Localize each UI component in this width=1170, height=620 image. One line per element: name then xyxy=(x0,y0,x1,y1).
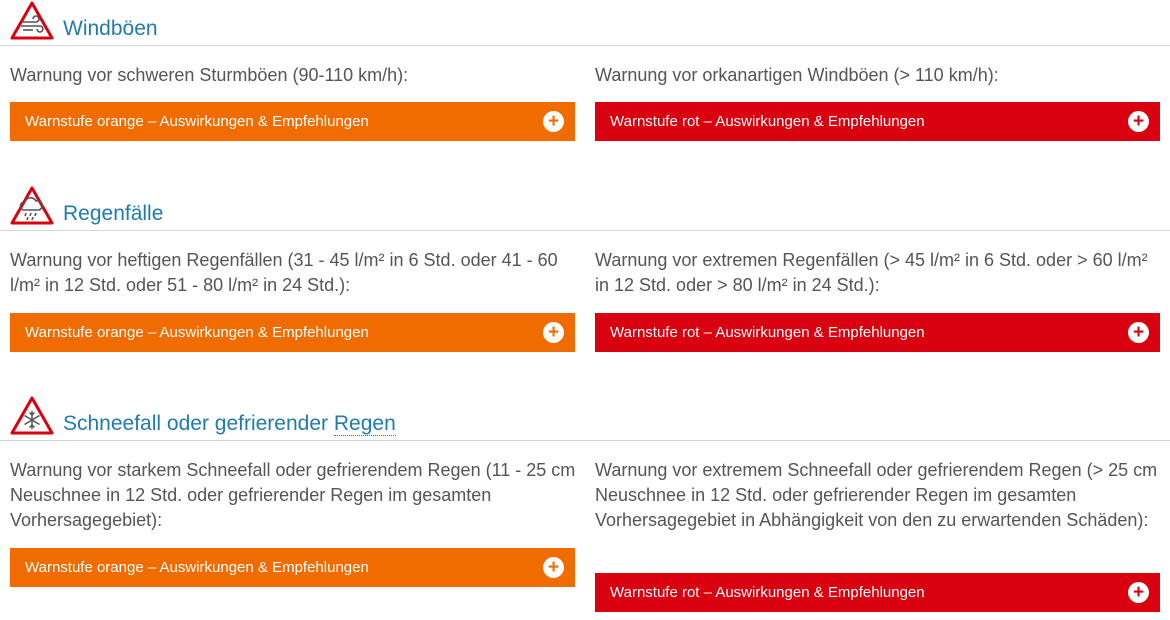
expand-plus-icon[interactable]: + xyxy=(1128,322,1149,343)
expand-plus-icon[interactable]: + xyxy=(1128,111,1149,132)
accordion-label: Warnstufe rot – Auswirkungen & Empfehlun… xyxy=(610,113,925,130)
glossary-link[interactable]: Regen xyxy=(333,412,396,436)
snow-warning-icon xyxy=(10,396,54,435)
expand-plus-icon[interactable]: + xyxy=(543,557,564,578)
divider xyxy=(0,45,1170,46)
wind-warning-icon xyxy=(10,1,54,40)
orange-level-accordion[interactable]: Warnstufe orange – Auswirkungen & Empfeh… xyxy=(10,548,575,587)
accordion-label: Warnstufe orange – Auswirkungen & Empfeh… xyxy=(25,324,369,341)
warning-description-red: Warnung vor extremen Regenfällen (> 45 l… xyxy=(595,250,1148,295)
section-header: Windböen xyxy=(0,0,1170,46)
section-title-text: Schneefall oder gefrierender xyxy=(63,412,329,435)
rain-warning-icon xyxy=(10,186,54,225)
orange-level-accordion[interactable]: Warnstufe orange – Auswirkungen & Empfeh… xyxy=(10,313,575,352)
section-header: Schneefall oder gefrierender Regen xyxy=(0,395,1170,441)
accordion-label: Warnstufe rot – Auswirkungen & Empfehlun… xyxy=(610,584,925,601)
accordion-label: Warnstufe rot – Auswirkungen & Empfehlun… xyxy=(610,324,925,341)
warning-description-orange: Warnung vor heftigen Regenfällen (31 - 4… xyxy=(10,250,558,295)
section-title: Windböen xyxy=(63,17,158,40)
warning-description-red: Warnung vor orkanartigen Windböen (> 110… xyxy=(595,65,999,85)
warning-description-orange: Warnung vor starkem Schneefall oder gefr… xyxy=(10,460,576,530)
orange-level-accordion[interactable]: Warnstufe orange – Auswirkungen & Empfeh… xyxy=(10,102,575,141)
warning-description-red: Warnung vor extremem Schneefall oder gef… xyxy=(595,460,1158,530)
red-level-accordion[interactable]: Warnstufe rot – Auswirkungen & Empfehlun… xyxy=(595,313,1160,352)
red-level-accordion[interactable]: Warnstufe rot – Auswirkungen & Empfehlun… xyxy=(595,102,1160,141)
section-title: Regenfälle xyxy=(63,202,164,225)
section-header: Regenfälle xyxy=(0,185,1170,231)
accordion-label: Warnstufe orange – Auswirkungen & Empfeh… xyxy=(25,559,369,576)
expand-plus-icon[interactable]: + xyxy=(543,322,564,343)
red-level-accordion[interactable]: Warnstufe rot – Auswirkungen & Empfehlun… xyxy=(595,573,1160,612)
divider xyxy=(0,230,1170,231)
section-title: Schneefall oder gefrierender Regen xyxy=(63,412,396,436)
expand-plus-icon[interactable]: + xyxy=(1128,582,1149,603)
expand-plus-icon[interactable]: + xyxy=(543,111,564,132)
warning-description-orange: Warnung vor schweren Sturmböen (90-110 k… xyxy=(10,65,409,85)
divider xyxy=(0,440,1170,441)
accordion-label: Warnstufe orange – Auswirkungen & Empfeh… xyxy=(25,113,369,130)
